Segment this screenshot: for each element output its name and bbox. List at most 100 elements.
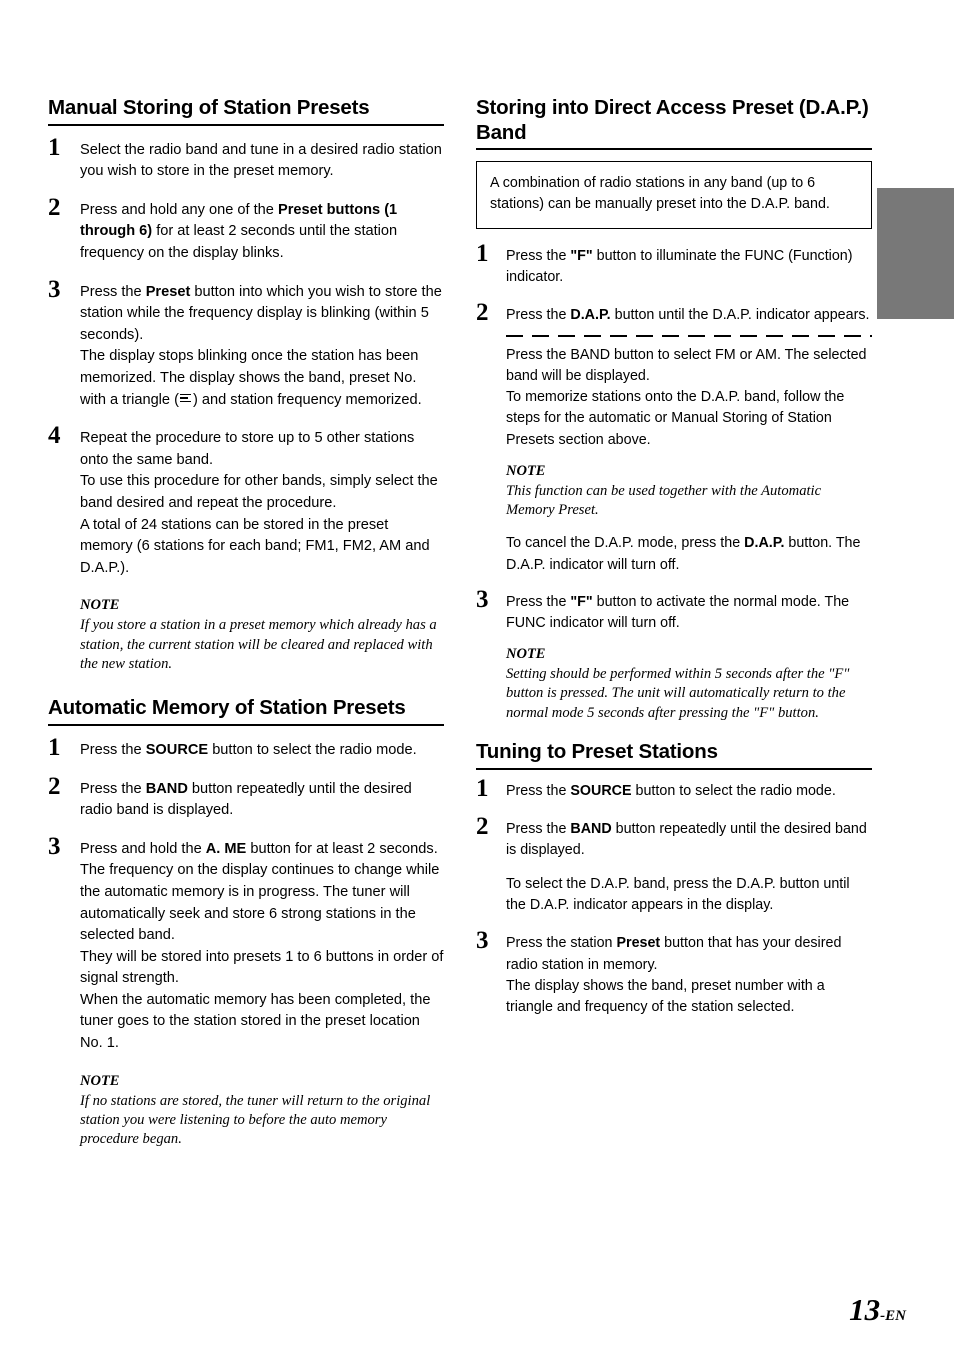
step-text-tail: button to select the radio mode. bbox=[631, 782, 836, 799]
cancel-instruction-text: To cancel the D.A.P. mode, press the D.A… bbox=[506, 533, 872, 575]
heading-rule bbox=[476, 148, 872, 151]
step-text: To use this procedure for other bands, s… bbox=[80, 473, 438, 511]
step-text: Press the Preset button into which you w… bbox=[80, 282, 444, 347]
step-text: Press the BAND button repeatedly until t… bbox=[506, 819, 872, 861]
step-text: When the automatic memory has been compl… bbox=[80, 991, 431, 1052]
note-block: NOTE Setting should be performed within … bbox=[476, 645, 872, 723]
step-item: 1 Press the "F" button to illuminate the… bbox=[476, 241, 872, 288]
step-text-lead: Press and hold the bbox=[80, 840, 206, 857]
callout-box: A combination of radio stations in any b… bbox=[476, 161, 872, 229]
note-title: NOTE bbox=[506, 462, 546, 479]
note-title: NOTE bbox=[80, 597, 120, 614]
step-item: 1 Select the radio band and tune in a de… bbox=[48, 135, 444, 183]
step-text: Press the "F" button to activate the nor… bbox=[506, 592, 872, 634]
section-heading-automatic-memory: Automatic Memory of Station Presets bbox=[48, 696, 406, 720]
step-number: 4 bbox=[48, 422, 61, 450]
continuation-tail: ) and station frequency memorized. bbox=[192, 391, 422, 408]
step-text-emphasis: BAND bbox=[570, 820, 612, 837]
step-number: 2 bbox=[476, 812, 489, 840]
step-text: Press and hold any one of the Preset but… bbox=[80, 200, 444, 265]
step-number: 3 bbox=[48, 832, 61, 860]
heading-rule bbox=[476, 767, 872, 770]
step-text: A total of 24 stations can be stored in … bbox=[80, 516, 430, 576]
step-text-emphasis: D.A.P. bbox=[570, 306, 611, 323]
note-title: NOTE bbox=[506, 646, 546, 663]
step-text-lead: Press the bbox=[506, 247, 571, 264]
right-column: Storing into Direct Access Preset (D.A.P… bbox=[476, 96, 872, 1150]
step-item: 2 Press the D.A.P. button until the D.A.… bbox=[476, 300, 872, 326]
step-item: 2 Press the BAND button repeatedly until… bbox=[476, 814, 872, 917]
dashed-separator bbox=[506, 334, 872, 337]
step-item: 4 Repeat the procedure to store up to 5 … bbox=[48, 423, 444, 579]
note-block: NOTE If no stations are stored, the tune… bbox=[48, 1072, 444, 1150]
continuation-text: Press the BAND button to select FM or AM… bbox=[506, 346, 867, 385]
step-text: Select the radio band and tune in a desi… bbox=[80, 141, 442, 180]
step-number: 1 bbox=[48, 133, 61, 161]
step-number: 3 bbox=[476, 585, 489, 613]
step-text-lead: Press the bbox=[80, 741, 146, 758]
section-manual-storing: Manual Storing of Station Presets 1 Sele… bbox=[48, 96, 444, 674]
step-number: 3 bbox=[476, 927, 489, 955]
note-block: NOTE This function can be used together … bbox=[476, 462, 872, 521]
step-text-emphasis: SOURCE bbox=[570, 782, 632, 799]
step-text-lead: Press the bbox=[80, 283, 146, 300]
cancel-text-lead: To cancel the D.A.P. mode, press the bbox=[506, 535, 745, 552]
step-item: 3 Press the station Preset button that h… bbox=[476, 928, 872, 1018]
section-heading-storing-dap: Storing into Direct Access Preset (D.A.P… bbox=[476, 96, 869, 144]
section-automatic-memory: Automatic Memory of Station Presets 1 Pr… bbox=[48, 696, 444, 1149]
step-number: 2 bbox=[48, 772, 61, 800]
step-text: Press the D.A.P. button until the D.A.P.… bbox=[506, 305, 872, 326]
heading-rule bbox=[48, 723, 444, 726]
left-column: Manual Storing of Station Presets 1 Sele… bbox=[48, 96, 444, 1150]
step-item: 3 Press the Preset button into which you… bbox=[48, 277, 444, 412]
step-item: 1 Press the SOURCE button to select the … bbox=[48, 735, 444, 762]
step-text-emphasis: "F" bbox=[570, 247, 593, 264]
step-text-emphasis: "F" bbox=[570, 593, 593, 610]
step-sub-text: To select the D.A.P. band, press the D.A… bbox=[506, 876, 850, 914]
step-item: 2 Press the BAND button repeatedly until… bbox=[48, 774, 444, 822]
section-heading-manual-storing: Manual Storing of Station Presets bbox=[48, 96, 370, 119]
step-text-emphasis: Preset bbox=[145, 283, 191, 300]
step-text-emphasis: SOURCE bbox=[145, 741, 209, 758]
step-number: 2 bbox=[48, 193, 61, 221]
step-text: Press the SOURCE button to select the ra… bbox=[80, 740, 444, 762]
note-body: If you store a station in a preset memor… bbox=[80, 617, 437, 672]
note-body: If no stations are stored, the tuner wil… bbox=[80, 1092, 431, 1148]
step-text-emphasis: A. ME bbox=[205, 840, 247, 857]
step-number: 3 bbox=[48, 275, 61, 303]
step-item: 2 Press and hold any one of the Preset b… bbox=[48, 195, 444, 265]
step-number: 1 bbox=[48, 733, 61, 761]
step-text-tail: button until the D.A.P. indicator appear… bbox=[610, 306, 870, 323]
step-text-tail: button for at least 2 seconds. bbox=[246, 840, 438, 857]
two-column-layout: Manual Storing of Station Presets 1 Sele… bbox=[48, 96, 906, 1150]
heading-rule bbox=[48, 123, 444, 126]
preset-triangle-icon bbox=[179, 393, 192, 406]
step-continuation-block: To cancel the D.A.P. mode, press the D.A… bbox=[476, 533, 872, 575]
step-text: Press the BAND button repeatedly until t… bbox=[80, 779, 444, 822]
step-text: Repeat the procedure to store up to 5 ot… bbox=[80, 430, 415, 468]
manual-page: Manual Storing of Station Presets 1 Sele… bbox=[0, 0, 954, 1349]
note-block: NOTE If you store a station in a preset … bbox=[48, 596, 444, 674]
step-number: 1 bbox=[476, 774, 489, 802]
step-continuation-text: The display stops blinking once the stat… bbox=[80, 346, 444, 411]
folio-number: 13 bbox=[849, 1292, 881, 1327]
step-text-lead: Press and hold any one of the bbox=[80, 201, 278, 218]
step-item: 3 Press the "F" button to activate the n… bbox=[476, 587, 872, 634]
section-storing-dap: Storing into Direct Access Preset (D.A.P… bbox=[476, 96, 872, 723]
section-tuning-preset: Tuning to Preset Stations 1 Press the SO… bbox=[476, 740, 872, 1018]
step-text-lead: Press the station bbox=[506, 935, 617, 952]
step-text: Press the station Preset button that has… bbox=[506, 933, 872, 975]
note-body: This function can be used together with … bbox=[506, 482, 822, 518]
step-text-emphasis: Preset bbox=[616, 935, 661, 952]
section-heading-tuning-preset: Tuning to Preset Stations bbox=[476, 740, 718, 764]
step-text: They will be stored into presets 1 to 6 … bbox=[80, 948, 444, 987]
step-text: Press the "F" button to illuminate the F… bbox=[506, 246, 872, 288]
callout-text: A combination of radio stations in any b… bbox=[490, 175, 830, 213]
step-text-lead: Press the bbox=[506, 782, 571, 799]
step-text: Press the SOURCE button to select the ra… bbox=[506, 781, 872, 802]
step-text-lead: Press the bbox=[506, 820, 571, 837]
step-item: 1 Press the SOURCE button to select the … bbox=[476, 776, 872, 802]
step-text-lead: Press the bbox=[506, 593, 571, 610]
